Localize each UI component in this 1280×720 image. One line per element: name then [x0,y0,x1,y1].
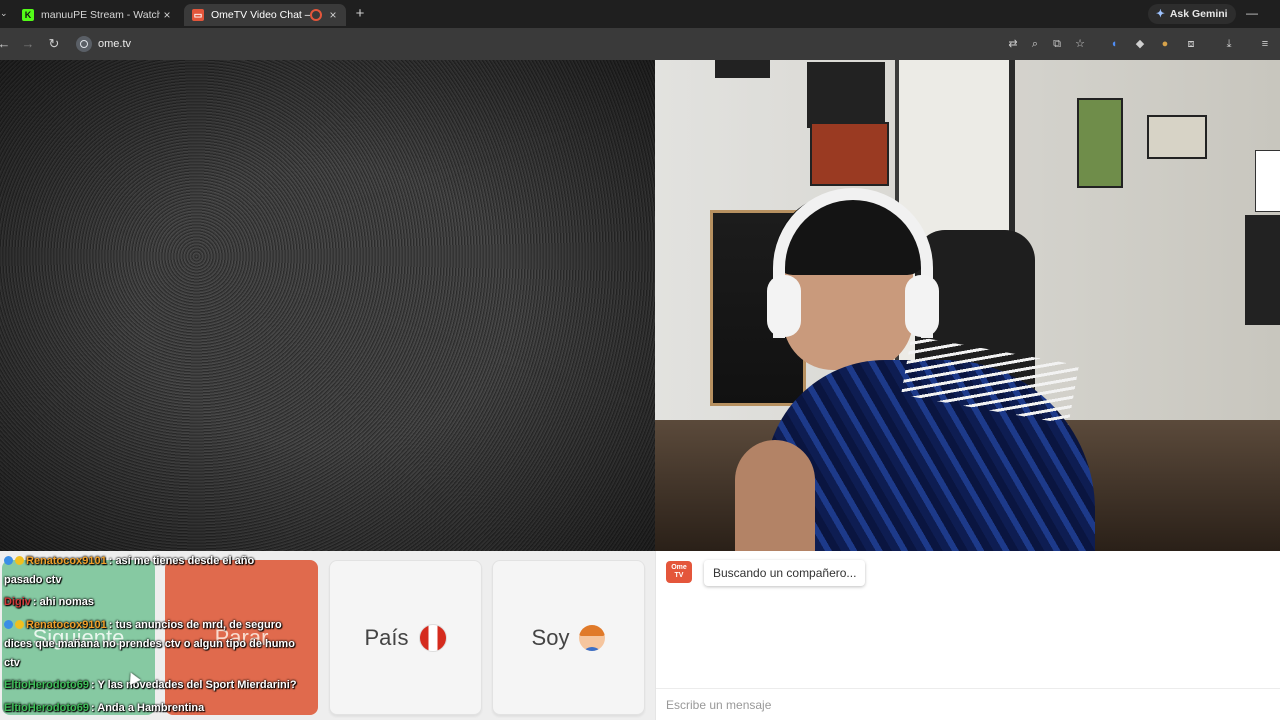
status-message: Buscando un compañero... [704,560,866,586]
tab-label: OmeTV Video Chat — Ome [211,9,310,21]
tab-label: manuuPE Stream - Watch Live [41,9,160,21]
self-camera-video [655,60,1280,551]
tab-ometv[interactable]: ▭ OmeTV Video Chat — Ome × [184,4,346,26]
chat-line: EltioHerodoto69: Anda a Hambrentina [4,701,204,715]
bookmark-star-icon[interactable]: ☆ [1072,36,1088,52]
extension-audio-icon[interactable]: ◖ [1106,36,1122,52]
side-panel-icon[interactable]: ≡ [1257,36,1273,52]
minimize-icon[interactable]: — [1246,6,1258,20]
browser-tabbar: ⌄ K manuuPE Stream - Watch Live × ▭ OmeT… [0,0,1280,28]
forward-icon[interactable]: → [20,36,36,52]
wall-poster-right [1245,215,1280,325]
chat-text: : ahi nomas [32,596,95,608]
badge-icon [4,556,13,565]
site-info-icon[interactable] [76,36,92,52]
wall-sign [1255,150,1280,212]
tab-kick-stream[interactable]: K manuuPE Stream - Watch Live × [14,4,180,26]
person-arm [735,440,815,551]
back-icon[interactable]: ← [0,36,12,52]
address-bar[interactable]: ome.tv [72,32,1102,56]
peru-flag-icon [418,623,447,652]
headphone-earcup-left [767,275,801,337]
tab-close-icon[interactable]: × [326,8,340,22]
chat-line: pasado ctv [4,573,61,587]
translate-icon[interactable]: ⇄ [1005,36,1021,52]
recording-icon [310,9,322,21]
badge-icon [4,620,13,629]
gender-label: Soy [531,624,570,650]
ask-gemini-button[interactable]: ✦ Ask Gemini [1148,4,1236,24]
message-input-bar [656,688,1280,720]
reload-icon[interactable]: ↻ [46,36,62,52]
chat-line: EltioHerodoto69: Y las novedades del Spo… [4,678,297,692]
tab-close-icon[interactable]: × [160,8,174,22]
ask-gemini-label: Ask Gemini [1169,8,1228,20]
chat-line: Digiv: ahi nomas [4,595,94,609]
headphone-earcup-right [905,275,939,337]
chat-text: dices que mañana no prendes ctv o algun … [4,638,295,650]
chat-text: : así me tienes desde el año [108,555,255,567]
tab-search-icon[interactable]: ⌄ [0,8,8,20]
badge-icon [15,620,24,629]
chat-line: Renatocox9101: tus anuncios de mrd, de s… [4,618,282,632]
chat-text: pasado ctv [4,574,62,586]
kick-icon: K [22,9,34,21]
wall-mirror [1147,115,1207,159]
extension-diamond-icon[interactable]: ◆ [1132,36,1148,52]
wall-tv [807,62,885,128]
new-tab-button[interactable]: + [352,6,368,22]
gemini-icon: ✦ [1156,8,1165,20]
chat-username: EltioHerodoto69 [4,679,89,691]
chat-line: dices que mañana no prendes ctv o algun … [4,637,295,651]
ometv-logo-icon: Ome TV [666,561,692,583]
download-icon[interactable]: ⤓ [1221,36,1237,52]
chat-panel: Ome TV Buscando un compañero... [655,551,1280,720]
stream-chat-overlay: Renatocox9101: así me tienes desde el añ… [0,551,330,720]
chat-username: Renatocox9101 [26,555,107,567]
badge-icon [15,556,24,565]
url-text: ome.tv [98,38,132,50]
chat-text: : Anda a Hambrentina [90,702,205,714]
chat-username: Digiv [4,596,31,608]
chat-text: : tus anuncios de mrd, de seguro [108,619,282,631]
wall-poster [715,60,770,78]
browser-toolbar: ← → ↻ ome.tv ⇄ ⌕ ⧉ ☆ ◖ ◆ ● ⧈ ⤓ ≡ [0,28,1280,60]
chat-text: ctv [4,657,20,669]
chat-line: ctv [4,656,20,670]
install-app-icon[interactable]: ⧉ [1049,36,1065,52]
chat-username: EltioHerodoto69 [4,702,89,714]
extensions-puzzle-icon[interactable]: ⧈ [1183,36,1199,52]
boy-avatar-icon [579,624,606,651]
message-input[interactable] [664,694,1268,716]
chat-line: Renatocox9101: así me tienes desde el añ… [4,554,254,568]
chat-text: : Y las novedades del Sport Mierdarini? [90,679,297,691]
chat-username: Renatocox9101 [26,619,107,631]
gender-button[interactable]: Soy [492,560,645,715]
wall-picture [810,122,889,186]
ometv-icon: ▭ [192,9,204,21]
zoom-icon[interactable]: ⌕ [1027,36,1043,52]
wall-calendar [1077,98,1123,188]
country-button[interactable]: País [329,560,482,715]
partner-video-static [0,60,655,551]
extension-face-icon[interactable]: ● [1157,36,1173,52]
country-label: País [364,624,409,650]
